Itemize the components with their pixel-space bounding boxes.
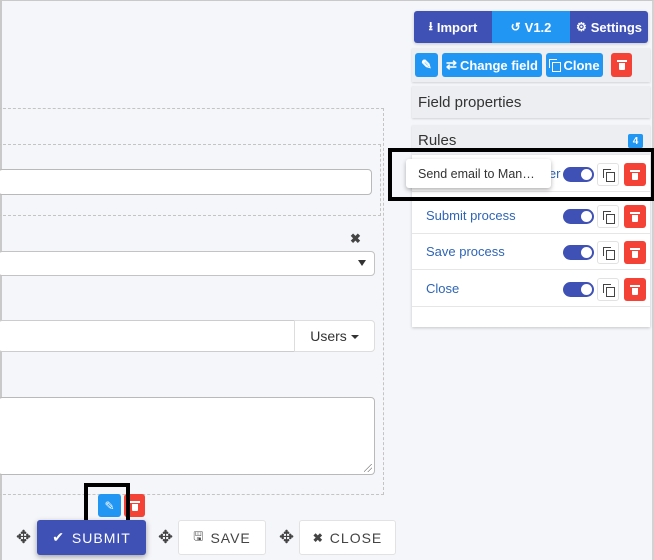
rule-toggle[interactable] xyxy=(563,282,594,297)
rule-label[interactable]: Close xyxy=(426,281,459,296)
text-input[interactable] xyxy=(0,169,372,195)
version-label: V1.2 xyxy=(524,19,552,35)
change-field-button[interactable]: ⇄ Change field xyxy=(442,53,542,77)
rule-item[interactable]: Submit process xyxy=(412,197,650,234)
delete-rule-button[interactable] xyxy=(624,241,646,264)
clone-label: Clone xyxy=(563,57,600,73)
copy-icon xyxy=(602,283,615,297)
resize-handle-icon[interactable] xyxy=(364,464,372,472)
rules-title: Rules xyxy=(418,131,457,149)
rule-item[interactable]: Save process xyxy=(412,233,650,270)
gear-icon: ⚙ xyxy=(575,20,587,34)
toggle-knob xyxy=(581,284,592,295)
floppy-disk-icon: 🖫 xyxy=(193,529,205,543)
rule-toggle[interactable] xyxy=(563,245,594,260)
textarea-field[interactable] xyxy=(0,397,375,475)
trash-icon xyxy=(630,247,640,258)
trash-icon xyxy=(129,500,140,511)
change-field-label: Change field xyxy=(459,57,538,73)
settings-button[interactable]: ⚙ Settings xyxy=(570,11,648,43)
delete-rule-button[interactable] xyxy=(624,278,646,301)
rule-label[interactable]: Submit process xyxy=(426,208,516,223)
copy-icon xyxy=(602,210,615,224)
rules-count-badge: 4 xyxy=(628,134,643,148)
close-button[interactable]: ✖ CLOSE xyxy=(299,520,396,555)
copy-icon xyxy=(602,246,615,260)
caret-down-icon xyxy=(358,260,366,266)
rule-toggle[interactable] xyxy=(563,209,594,224)
copy-icon xyxy=(549,59,562,72)
move-arrows-icon[interactable]: ✥ xyxy=(279,528,294,546)
duplicate-rule-button[interactable] xyxy=(597,278,619,301)
pencil-icon: ✎ xyxy=(421,57,432,72)
duplicate-rule-button[interactable] xyxy=(597,205,619,228)
import-label: Import xyxy=(436,19,478,35)
version-button[interactable]: ↺ V1.2 xyxy=(492,11,570,43)
rule-label[interactable]: Save process xyxy=(426,244,505,259)
duplicate-rule-button[interactable] xyxy=(597,241,619,264)
close-label: CLOSE xyxy=(329,529,383,546)
caret-down-icon xyxy=(350,335,359,339)
move-arrows-icon[interactable]: ✥ xyxy=(158,528,173,546)
top-toolbar: ⭳ Import ↺ V1.2 ⚙ Settings xyxy=(414,11,648,43)
trash-icon xyxy=(630,284,640,295)
save-label: SAVE xyxy=(210,529,251,546)
exchange-icon: ⇄ xyxy=(446,57,457,72)
rule-item[interactable]: Close xyxy=(412,270,650,307)
download-icon: ⭳ xyxy=(428,18,433,33)
check-icon: ✔ xyxy=(52,529,65,545)
move-arrows-icon[interactable]: ✥ xyxy=(16,528,31,546)
toggle-knob xyxy=(581,211,592,222)
users-button-label: Users xyxy=(310,328,347,344)
user-input[interactable] xyxy=(0,320,295,352)
trash-icon xyxy=(616,60,627,70)
settings-label: Settings xyxy=(590,19,643,35)
x-icon: ✖ xyxy=(312,530,324,545)
highlight-first-rule xyxy=(388,148,654,201)
field-properties-section[interactable]: Field properties xyxy=(412,86,650,118)
toggle-knob xyxy=(581,247,592,258)
field-toolbar: ✎ ⇄ Change field Clone xyxy=(412,48,650,82)
clone-button[interactable]: Clone xyxy=(546,53,603,77)
remove-field-icon[interactable]: ✖ xyxy=(350,232,361,246)
submit-label: SUBMIT xyxy=(71,529,131,546)
history-icon: ↺ xyxy=(510,20,521,34)
delete-rule-button[interactable] xyxy=(624,205,646,228)
submit-button[interactable]: ✔ SUBMIT xyxy=(37,520,146,555)
trash-icon xyxy=(630,211,640,222)
delete-field-button[interactable] xyxy=(611,53,632,77)
import-button[interactable]: ⭳ Import xyxy=(414,11,492,43)
users-dropdown-button[interactable]: Users xyxy=(294,320,375,352)
save-button[interactable]: 🖫 SAVE xyxy=(178,520,266,555)
edit-field-button[interactable]: ✎ xyxy=(415,53,438,77)
dropdown-select[interactable] xyxy=(0,251,375,276)
field-properties-title: Field properties xyxy=(418,93,522,111)
highlight-edit-button xyxy=(84,483,130,525)
